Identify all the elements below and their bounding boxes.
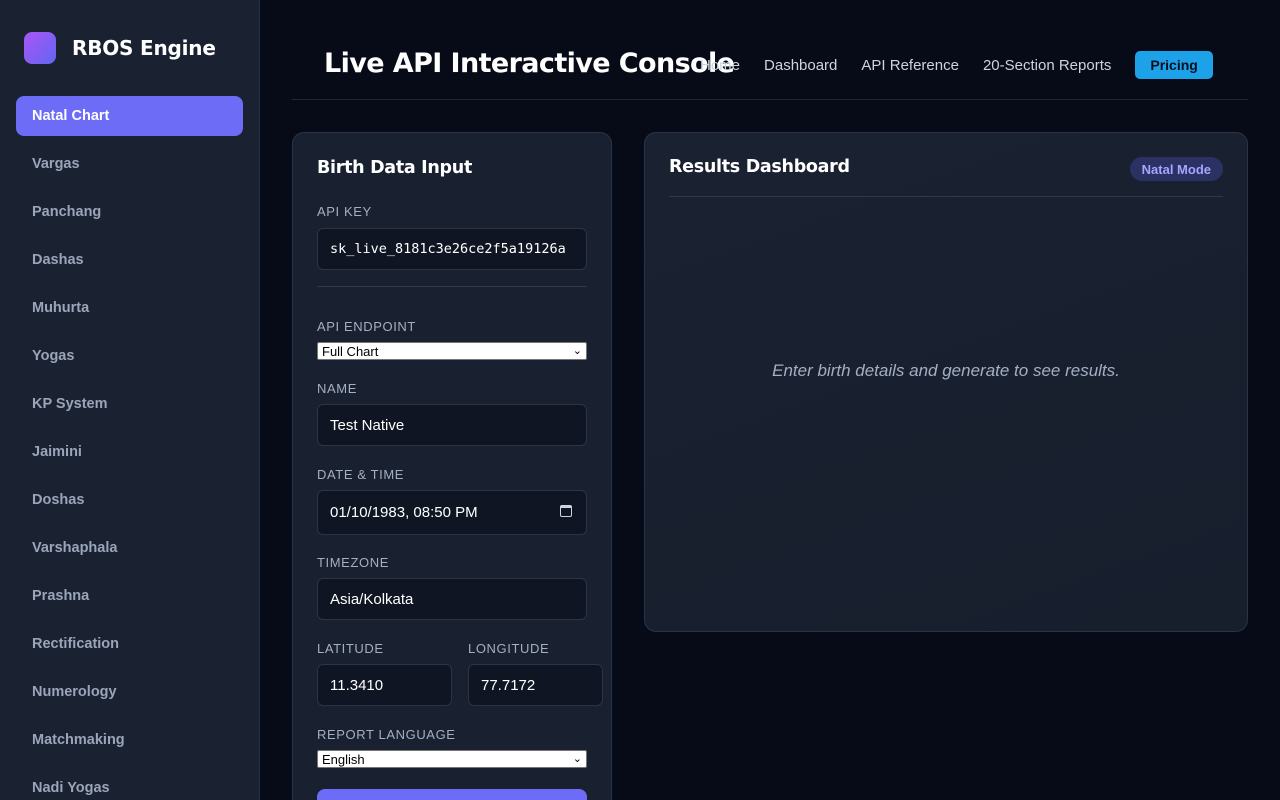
sidebar-item-natal-chart[interactable]: Natal Chart xyxy=(16,96,243,136)
results-card: Results Dashboard Natal Mode Enter birth… xyxy=(644,132,1248,632)
results-title: Results Dashboard xyxy=(669,157,850,177)
sidebar-item-muhurta[interactable]: Muhurta xyxy=(16,288,243,328)
sidebar-nav: Natal Chart Vargas Panchang Dashas Muhur… xyxy=(16,96,243,800)
api-endpoint-select[interactable]: Full Chart ⌄ xyxy=(317,342,587,360)
api-key-label: API KEY xyxy=(317,204,372,219)
results-placeholder: Enter birth details and generate to see … xyxy=(772,361,1120,380)
api-endpoint-value: Full Chart xyxy=(322,343,379,359)
datetime-label: DATE & TIME xyxy=(317,467,405,482)
datetime-value: 01/10/1983, 08:50 PM xyxy=(330,504,478,521)
sidebar: RBOS Engine Natal Chart Vargas Panchang … xyxy=(0,0,260,800)
name-input[interactable]: Test Native xyxy=(317,404,587,446)
generate-button[interactable] xyxy=(317,789,587,800)
nav-link-20-section-reports[interactable]: 20-Section Reports xyxy=(983,57,1111,74)
report-language-select[interactable]: English ⌄ xyxy=(317,750,587,768)
api-endpoint-label: API ENDPOINT xyxy=(317,319,416,334)
longitude-label: LONGITUDE xyxy=(468,641,550,656)
report-language-value: English xyxy=(322,751,365,767)
sidebar-item-jaimini[interactable]: Jaimini xyxy=(16,432,243,472)
nav-link-home[interactable]: Home xyxy=(700,57,740,74)
brand[interactable]: RBOS Engine xyxy=(24,32,216,64)
latitude-label: LATITUDE xyxy=(317,641,384,656)
results-divider xyxy=(669,196,1223,197)
longitude-input[interactable]: 77.7172 xyxy=(468,664,603,706)
timezone-label: TIMEZONE xyxy=(317,555,389,570)
sidebar-item-rectification[interactable]: Rectification xyxy=(16,624,243,664)
timezone-input[interactable]: Asia/Kolkata xyxy=(317,578,587,620)
sidebar-item-numerology[interactable]: Numerology xyxy=(16,672,243,712)
sidebar-item-prashna[interactable]: Prashna xyxy=(16,576,243,616)
birth-data-card: Birth Data Input API KEY sk_live_8181c3e… xyxy=(292,132,612,800)
top-nav: Home Dashboard API Reference 20-Section … xyxy=(700,51,1213,79)
report-language-label: REPORT LANGUAGE xyxy=(317,727,456,742)
chevron-down-icon: ⌄ xyxy=(572,345,582,357)
sidebar-item-nadi-yogas[interactable]: Nadi Yogas xyxy=(16,768,243,800)
sidebar-item-vargas[interactable]: Vargas xyxy=(16,144,243,184)
datetime-input[interactable]: 01/10/1983, 08:50 PM xyxy=(317,490,587,535)
birth-data-title: Birth Data Input xyxy=(317,158,473,178)
sidebar-item-yogas[interactable]: Yogas xyxy=(16,336,243,376)
form-divider xyxy=(317,286,587,287)
brand-logo-icon xyxy=(24,32,56,64)
nav-link-dashboard[interactable]: Dashboard xyxy=(764,57,837,74)
page-title: Live API Interactive Console xyxy=(324,48,735,79)
calendar-icon[interactable] xyxy=(560,505,572,517)
sidebar-item-varshaphala[interactable]: Varshaphala xyxy=(16,528,243,568)
natal-mode-badge: Natal Mode xyxy=(1129,157,1223,181)
api-key-input[interactable]: sk_live_8181c3e26ce2f5a19126a xyxy=(317,228,587,270)
nav-link-api-reference[interactable]: API Reference xyxy=(861,57,959,74)
top-header: Live API Interactive Console Home Dashbo… xyxy=(292,0,1248,100)
pricing-button[interactable]: Pricing xyxy=(1135,51,1213,79)
sidebar-item-doshas[interactable]: Doshas xyxy=(16,480,243,520)
sidebar-item-dashas[interactable]: Dashas xyxy=(16,240,243,280)
brand-name: RBOS Engine xyxy=(72,36,216,60)
latitude-input[interactable]: 11.3410 xyxy=(317,664,452,706)
chevron-down-icon: ⌄ xyxy=(572,753,582,765)
name-label: NAME xyxy=(317,381,357,396)
sidebar-item-kp-system[interactable]: KP System xyxy=(16,384,243,424)
sidebar-item-panchang[interactable]: Panchang xyxy=(16,192,243,232)
sidebar-item-matchmaking[interactable]: Matchmaking xyxy=(16,720,243,760)
